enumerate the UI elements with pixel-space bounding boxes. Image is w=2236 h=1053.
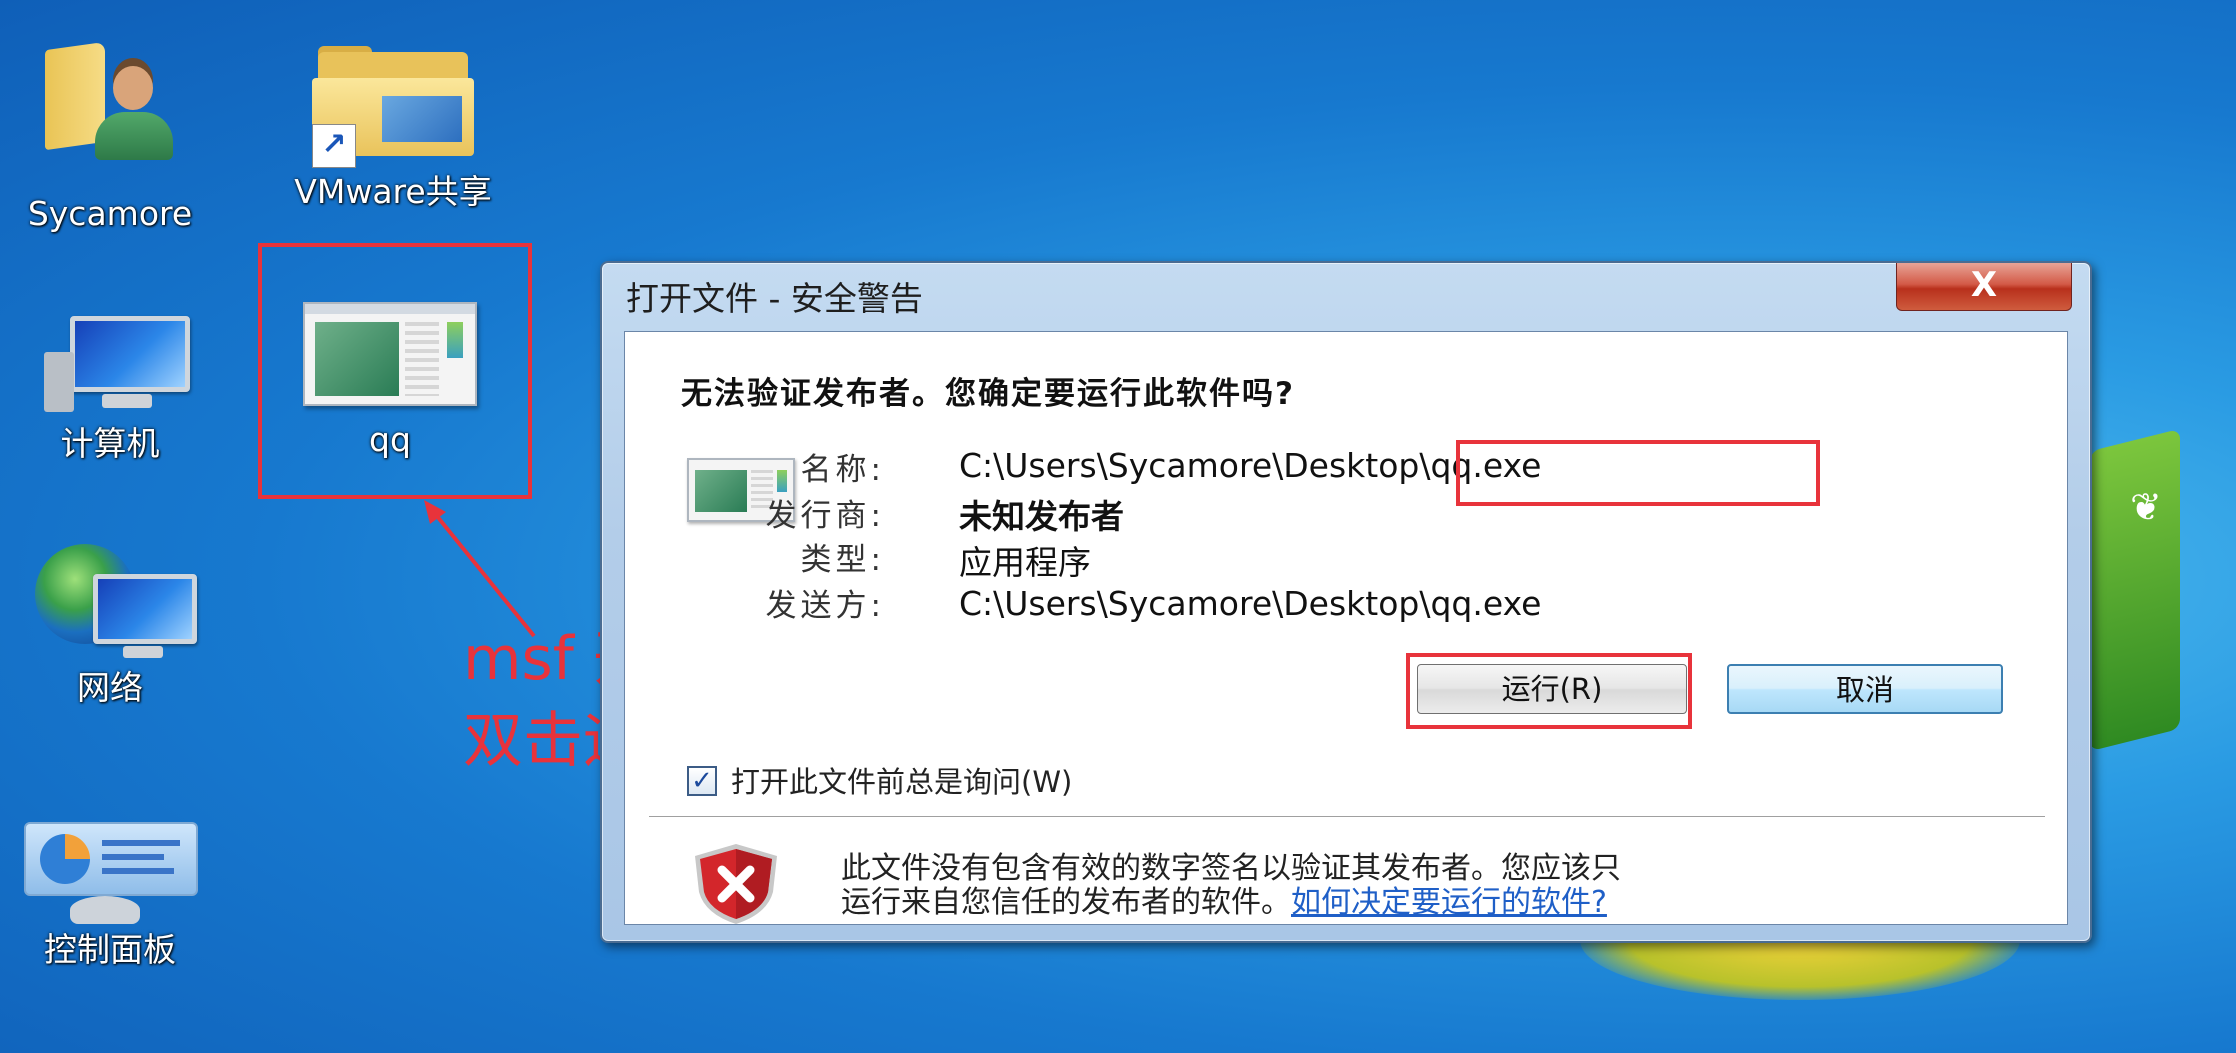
field-name-label: 名称: bbox=[800, 452, 885, 488]
warning-message: 此文件没有包含有效的数字签名以验证其发布者。您应该只 运行来自您信任的发布者的软… bbox=[841, 852, 2041, 920]
field-name-value: C:\Users\Sycamore\Desktop\qq.exe bbox=[959, 446, 1542, 485]
field-from-label: 发送方: bbox=[765, 588, 885, 624]
warning-line-2-text: 运行来自您信任的发布者的软件。 bbox=[841, 885, 1291, 920]
dialog-question: 无法验证发布者。您确定要运行此软件吗? bbox=[681, 376, 1295, 412]
field-from-value: C:\Users\Sycamore\Desktop\qq.exe bbox=[959, 584, 1542, 623]
dialog-content: 无法验证发布者。您确定要运行此软件吗? 名称: C:\Users\Sycamor… bbox=[624, 331, 2068, 925]
error-shield-icon bbox=[695, 844, 777, 924]
highlight-filename bbox=[1456, 440, 1820, 506]
desktop: ❦ Sycamore ↗ VMware共享 qq 计算机 网络 控制面板 msf… bbox=[0, 0, 2236, 1053]
security-warning-dialog: 打开文件 - 安全警告 X 无法验证发布者。您确定要运行此软件吗? 名称: C:… bbox=[600, 261, 2092, 943]
field-publisher-label: 发行商: bbox=[765, 498, 885, 534]
warning-line-2: 运行来自您信任的发布者的软件。如何决定要运行的软件? bbox=[841, 886, 2041, 920]
field-type-value: 应用程序 bbox=[959, 543, 1091, 582]
always-ask-checkbox-label[interactable]: 打开此文件前总是询问(W) bbox=[731, 764, 1072, 800]
help-link[interactable]: 如何决定要运行的软件? bbox=[1291, 885, 1607, 920]
always-ask-checkbox[interactable]: ✓ bbox=[687, 766, 717, 796]
dialog-title: 打开文件 - 安全警告 bbox=[626, 279, 923, 318]
field-publisher-value: 未知发布者 bbox=[959, 497, 1124, 536]
cancel-button[interactable]: 取消 bbox=[1727, 664, 2003, 714]
field-type-label: 类型: bbox=[800, 542, 885, 578]
divider bbox=[649, 816, 2045, 818]
close-button[interactable]: X bbox=[1896, 263, 2072, 311]
warning-line-1: 此文件没有包含有效的数字签名以验证其发布者。您应该只 bbox=[841, 851, 1621, 886]
highlight-run-button bbox=[1406, 653, 1692, 729]
